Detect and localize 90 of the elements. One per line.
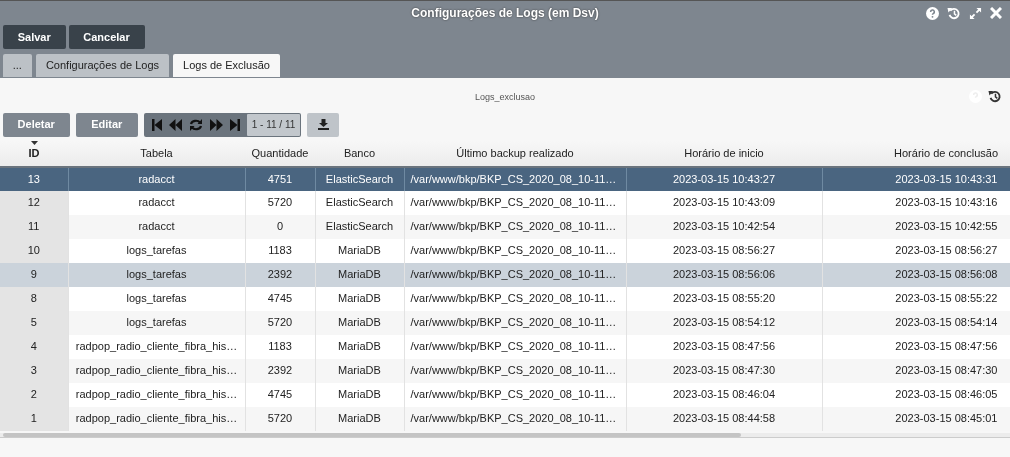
table-cell: ElasticSearch	[315, 166, 404, 191]
table-cell: /var/www/bkp/BKP_CS_2020_08_10-11…	[404, 166, 626, 191]
table-cell: 2023-03-15 10:43:27	[626, 166, 822, 191]
table-cell: 2023-03-15 08:45:01	[822, 406, 1010, 431]
table-cell: MariaDB	[315, 334, 404, 359]
table-cell: radpop_radio_cliente_fibra_his…	[68, 382, 245, 407]
table-cell: logs_tarefas	[68, 310, 245, 335]
download-icon	[317, 119, 329, 130]
tab[interactable]: Configurações de Logs	[35, 54, 170, 77]
table-cell: ElasticSearch	[315, 214, 404, 239]
table-cell: /var/www/bkp/BKP_CS_2020_08_10-11…	[404, 238, 626, 263]
table-cell: logs_tarefas	[68, 238, 245, 263]
table-cell: /var/www/bkp/BKP_CS_2020_08_10-11…	[404, 382, 626, 407]
refresh-button[interactable]	[188, 118, 203, 131]
table-cell: MariaDB	[315, 286, 404, 311]
edit-button[interactable]: Editar	[75, 112, 138, 137]
window-title: Configurações de Logs (em Dsv)	[411, 4, 599, 22]
id-cell: 8	[0, 286, 68, 311]
table-cell: /var/www/bkp/BKP_CS_2020_08_10-11…	[404, 310, 626, 335]
table-cell: /var/www/bkp/BKP_CS_2020_08_10-11…	[404, 358, 626, 383]
table-cell: radacct	[68, 190, 245, 215]
column-header[interactable]: ID	[0, 141, 68, 167]
id-cell: 5	[0, 310, 68, 335]
id-cell: 1	[0, 406, 68, 431]
id-cell: 12	[0, 190, 68, 215]
table-cell: MariaDB	[315, 238, 404, 263]
table-cell: 2023-03-15 08:55:20	[626, 286, 822, 311]
table-cell: MariaDB	[315, 406, 404, 431]
expand-icon[interactable]	[969, 7, 982, 20]
table-cell: radpop_radio_cliente_fibra_his…	[68, 334, 245, 359]
table-cell: radacct	[68, 214, 245, 239]
table-cell: /var/www/bkp/BKP_CS_2020_08_10-11…	[404, 286, 626, 311]
id-cell: 2	[0, 382, 68, 407]
table-cell: /var/www/bkp/BKP_CS_2020_08_10-11…	[404, 406, 626, 431]
table-cell: MariaDB	[315, 382, 404, 407]
sort-icon	[30, 141, 38, 145]
table-cell: /var/www/bkp/BKP_CS_2020_08_10-11…	[404, 334, 626, 359]
table-cell: radacct	[68, 166, 245, 191]
page-info: 1 - 11 / 11	[246, 113, 301, 136]
id-cell: 10	[0, 238, 68, 263]
table-cell: 2023-03-15 08:47:56	[626, 334, 822, 359]
table-cell: 2023-03-15 10:42:55	[822, 214, 1010, 239]
table-cell: 2023-03-15 08:56:08	[822, 262, 1010, 287]
table-cell: 2023-03-15 08:56:06	[626, 262, 822, 287]
save-button[interactable]: Salvar	[2, 25, 66, 49]
table-cell: 2023-03-15 08:47:56	[822, 334, 1010, 359]
table-cell: 2023-03-15 08:44:58	[626, 406, 822, 431]
delete-button[interactable]: Deletar	[2, 112, 70, 137]
scrollbar-thumb[interactable]	[3, 432, 741, 437]
id-cell: 9	[0, 262, 68, 287]
close-icon[interactable]	[990, 7, 1002, 19]
id-cell: 3	[0, 358, 68, 383]
table-cell: 2023-03-15 08:47:30	[822, 358, 1010, 383]
table-cell: /var/www/bkp/BKP_CS_2020_08_10-11…	[404, 262, 626, 287]
tab[interactable]: ...	[2, 54, 32, 77]
table-cell: radpop_radio_cliente_fibra_his…	[68, 406, 245, 431]
id-cell: 13	[0, 166, 68, 191]
table-cell: 2023-03-15 08:46:04	[626, 382, 822, 407]
previous-page-button[interactable]	[168, 118, 182, 131]
next-page-button[interactable]	[209, 118, 223, 131]
table-cell: 2023-03-15 08:55:22	[822, 286, 1010, 311]
table-cell: 2023-03-15 08:54:12	[626, 310, 822, 335]
table-cell: 2023-03-15 10:43:09	[626, 190, 822, 215]
table-cell: MariaDB	[315, 358, 404, 383]
table-cell: logs_tarefas	[68, 286, 245, 311]
first-page-button[interactable]	[151, 118, 162, 131]
panel-title: Logs_exclusao	[474, 92, 535, 102]
table-cell: 2023-03-15 08:54:14	[822, 310, 1010, 335]
id-cell: 11	[0, 214, 68, 239]
table-cell: /var/www/bkp/BKP_CS_2020_08_10-11…	[404, 214, 626, 239]
table-cell: 2023-03-15 08:56:27	[822, 238, 1010, 263]
download-button[interactable]	[307, 112, 340, 137]
cancel-button[interactable]: Cancelar	[68, 25, 145, 49]
table-cell: radpop_radio_cliente_fibra_his…	[68, 358, 245, 383]
table-cell: /var/www/bkp/BKP_CS_2020_08_10-11…	[404, 190, 626, 215]
table-cell: MariaDB	[315, 310, 404, 335]
id-cell: 4	[0, 334, 68, 359]
table-cell: 2023-03-15 10:43:31	[822, 166, 1010, 191]
table-cell: MariaDB	[315, 262, 404, 287]
table-cell: 2023-03-15 08:46:05	[822, 382, 1010, 407]
table-cell: 2023-03-15 08:56:27	[626, 238, 822, 263]
table-cell: 2023-03-15 10:43:16	[822, 190, 1010, 215]
table-cell: logs_tarefas	[68, 262, 245, 287]
table-cell: ElasticSearch	[315, 190, 404, 215]
table-cell: 2023-03-15 10:42:54	[626, 214, 822, 239]
table-cell: 2023-03-15 08:47:30	[626, 358, 822, 383]
history-icon[interactable]	[988, 90, 1002, 103]
tab[interactable]: Logs de Exclusão	[173, 54, 280, 77]
help-icon[interactable]	[926, 7, 939, 20]
last-page-button[interactable]	[229, 118, 240, 131]
